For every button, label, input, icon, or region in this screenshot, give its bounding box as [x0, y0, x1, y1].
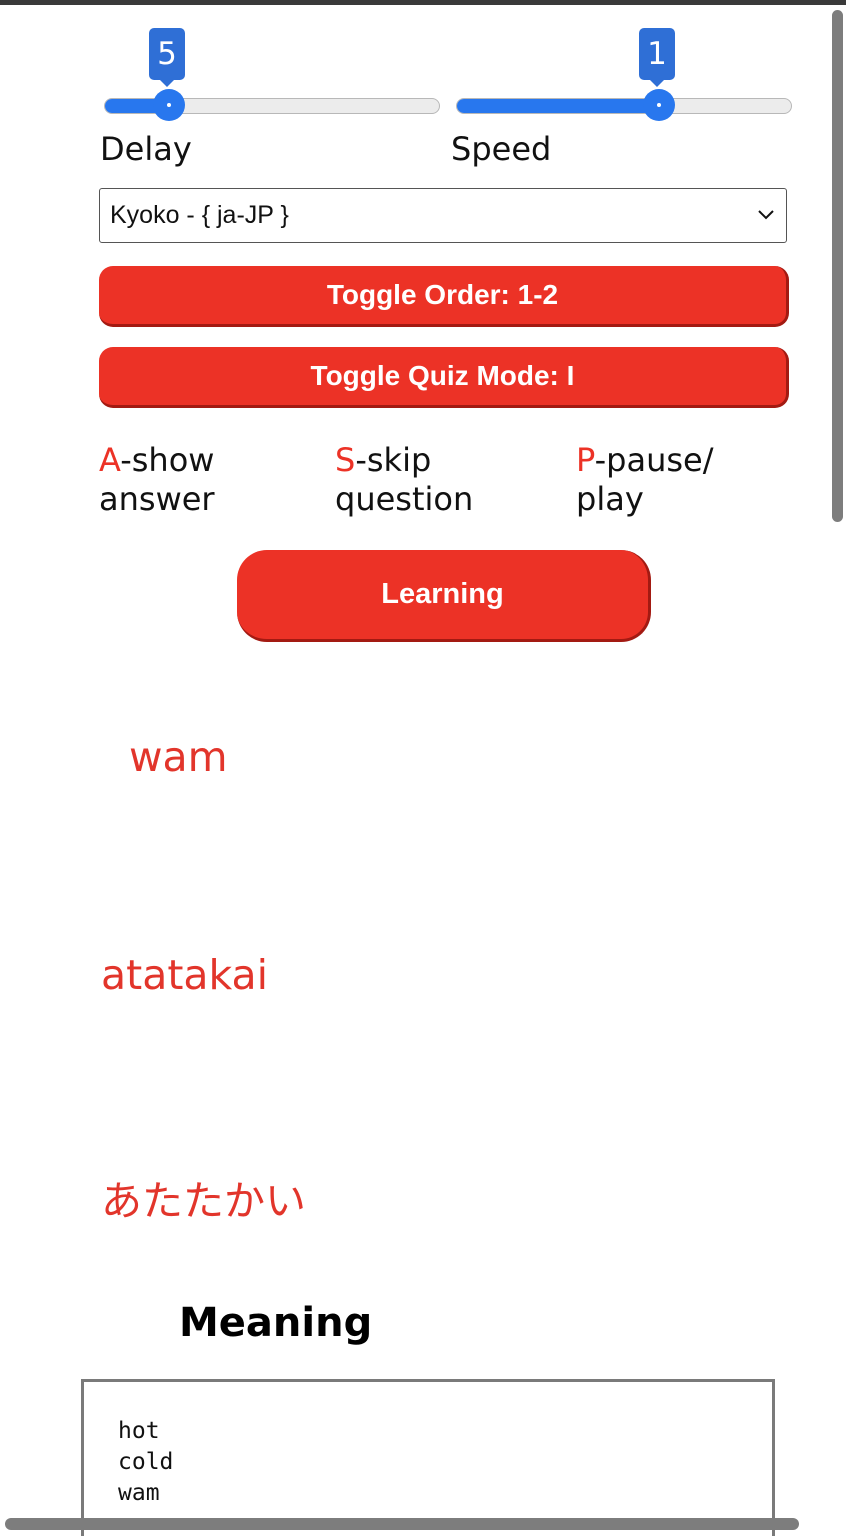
horizontal-scrollbar[interactable] — [5, 1518, 799, 1530]
voice-select[interactable]: Kyoko - { ja-JP } — [99, 188, 787, 243]
shortcut-action: -pause/ — [594, 441, 714, 479]
meaning-text: hot cold wam — [118, 1418, 174, 1506]
meaning-heading: Meaning — [179, 1300, 373, 1346]
shortcut-key: S — [335, 441, 356, 479]
shortcut-key: A — [99, 441, 121, 479]
shortcut-key: P — [576, 441, 595, 479]
romaji-word: atatakai — [101, 951, 269, 999]
voice-select-value: Kyoko - { ja-JP } — [110, 201, 289, 229]
shortcut-action-line2: answer — [99, 480, 215, 518]
window-top-border — [0, 0, 846, 5]
speed-slider-fill — [457, 99, 657, 113]
shortcut-action-line2: play — [576, 480, 644, 518]
shortcut-action: -skip — [355, 441, 432, 479]
delay-value-badge: 5 — [149, 28, 185, 87]
learning-button[interactable]: Learning — [237, 550, 651, 642]
english-word: wam — [129, 733, 228, 781]
speed-slider-track[interactable] — [456, 98, 792, 114]
speed-label: Speed — [451, 130, 552, 168]
speed-value-badge: 1 — [639, 28, 675, 87]
meaning-textarea[interactable]: hot cold wam — [81, 1379, 775, 1536]
shortcut-skip-question: S-skip question — [335, 441, 473, 519]
delay-slider-thumb[interactable] — [153, 89, 185, 121]
delay-label: Delay — [100, 130, 192, 168]
toggle-quiz-mode-button[interactable]: Toggle Quiz Mode: I — [99, 347, 789, 408]
chevron-down-icon — [758, 210, 774, 220]
shortcut-pause-play: P-pause/ play — [576, 441, 713, 519]
toggle-order-button[interactable]: Toggle Order: 1-2 — [99, 266, 789, 327]
shortcut-action: -show — [120, 441, 215, 479]
app-page: 5 Delay 1 Speed Kyoko - { ja-JP } Toggle… — [0, 0, 846, 1536]
kana-word: あたたかい — [101, 1177, 306, 1225]
shortcut-show-answer: A-show answer — [99, 441, 215, 519]
shortcut-action-line2: question — [335, 480, 474, 518]
speed-slider-thumb[interactable] — [643, 89, 675, 121]
vertical-scrollbar[interactable] — [832, 10, 843, 522]
